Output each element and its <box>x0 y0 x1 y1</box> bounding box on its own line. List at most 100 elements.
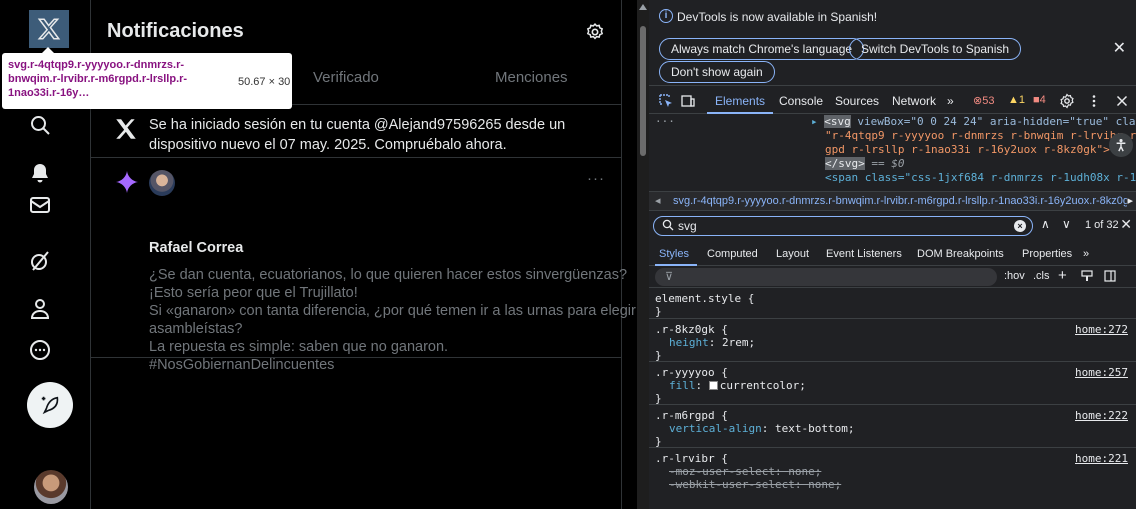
post-notification[interactable]: ··· Rafael Correa ¿Se dan cuenta, ecuato… <box>91 158 636 373</box>
toggle-sidebar-icon[interactable] <box>1104 270 1116 282</box>
breadcrumb-item[interactable]: svg.r-4qtqp9.r-yyyyoo.r-dnmrzs.r-bnwqim.… <box>673 195 1129 207</box>
scrollbar-thumb[interactable] <box>640 26 646 156</box>
tab-mentions[interactable]: Menciones <box>495 69 568 86</box>
post-author[interactable]: Rafael Correa <box>149 240 243 256</box>
search-icon[interactable] <box>24 109 56 141</box>
tab-dom-breakpoints[interactable]: DOM Breakpoints <box>917 248 1004 260</box>
style-rule[interactable]: .r-lrvibr { home:221 -moz-user-select: n… <box>649 449 1136 509</box>
tab-console[interactable]: Console <box>779 94 823 108</box>
settings-gear-icon[interactable] <box>585 22 605 42</box>
inspect-element-icon[interactable] <box>658 93 674 109</box>
more-tabs-icon[interactable]: » <box>947 94 954 108</box>
close-icon[interactable]: ✕ <box>1113 38 1126 58</box>
new-rule-button[interactable]: + <box>1058 267 1067 284</box>
breadcrumb-left-icon[interactable]: ◂ <box>655 192 661 210</box>
filter-icon: ⊽ <box>665 271 674 283</box>
styles-filter-row: ⊽ :hov .cls + <box>649 266 1136 288</box>
rule-property[interactable]: fill: currentcolor; <box>655 379 1130 392</box>
rule-property[interactable]: vertical-align: text-bottom; <box>655 422 1130 435</box>
clear-search-icon[interactable]: × <box>1014 220 1026 232</box>
more-tabs-icon[interactable]: » <box>1083 248 1089 260</box>
search-next-icon[interactable]: ∨ <box>1062 217 1071 231</box>
style-rule[interactable]: element.style { } <box>649 289 1136 319</box>
dom-ellipsis[interactable]: ··· <box>655 115 675 129</box>
hover-state-toggle[interactable]: :hov <box>1004 270 1025 282</box>
rule-close: } <box>655 392 662 405</box>
compose-button[interactable] <box>27 382 73 428</box>
device-toolbar-icon[interactable] <box>680 93 696 109</box>
settings-gear-icon[interactable] <box>1059 93 1075 109</box>
bell-icon[interactable] <box>24 157 56 189</box>
tooltip-dimensions: 50.67 × 30 <box>238 76 291 88</box>
profile-icon[interactable] <box>24 293 56 325</box>
scroll-up-icon[interactable] <box>639 4 647 10</box>
author-avatar[interactable] <box>149 170 175 196</box>
post-line: ¿Se dan cuenta, ecuatorianos, lo que qui… <box>149 267 628 283</box>
tab-elements[interactable]: Elements <box>715 94 765 108</box>
page-title: Notificaciones <box>107 20 244 42</box>
login-notification[interactable]: Se ha iniciado sesión en tu cuenta @Alej… <box>91 104 621 158</box>
tab-sources[interactable]: Sources <box>835 94 879 108</box>
switch-language-button[interactable]: Switch DevTools to Spanish <box>849 38 1022 60</box>
more-options-icon[interactable]: ··· <box>587 170 605 187</box>
page-scrollbar[interactable] <box>637 0 649 509</box>
tab-event-listeners[interactable]: Event Listeners <box>826 248 902 260</box>
search-previous-icon[interactable]: ∧ <box>1041 217 1050 231</box>
tab-network[interactable]: Network <box>892 94 936 108</box>
warning-count-badge[interactable]: ▲1 <box>1008 94 1025 106</box>
rule-property-overridden[interactable]: -moz-user-select: none; <box>655 465 1130 478</box>
rule-close: } <box>655 435 662 448</box>
styles-filter-input[interactable] <box>655 268 997 286</box>
search-icon <box>662 219 674 231</box>
rule-selector: element.style { <box>655 292 755 305</box>
class-toggle[interactable]: .cls <box>1033 270 1050 282</box>
style-rule[interactable]: .r-8kz0gk { home:272 height: 2rem; } <box>649 320 1136 362</box>
rule-source-link[interactable]: home:257 <box>1075 366 1128 379</box>
post-line: asambleístas? <box>149 321 243 337</box>
rule-selector: .r-m6rgpd { <box>655 409 728 422</box>
accessibility-person-icon[interactable] <box>1109 133 1133 157</box>
tab-layout[interactable]: Layout <box>776 248 809 260</box>
dom-class-value-cont[interactable]: gpd r-lrsllp r-1nao33i r-16y2uox r-8kz0g… <box>825 143 1130 157</box>
close-devtools-icon[interactable] <box>1114 93 1130 109</box>
tab-properties[interactable]: Properties <box>1022 248 1072 260</box>
x-app: Notificaciones Verificado Menciones Se h… <box>0 0 637 509</box>
x-logo-icon[interactable] <box>29 10 69 48</box>
rendering-emulation-icon[interactable] <box>1081 270 1093 282</box>
devtools-toolbar: Elements Console Sources Network » ⊗53 ▲… <box>649 88 1136 114</box>
breadcrumb-right-icon[interactable]: ▸ <box>1127 192 1133 210</box>
sparkle-icon <box>116 171 138 193</box>
dom-class-value[interactable]: "r-4qtqp9 r-yyyyoo r-dnmrzs r-bnwqim r-l… <box>825 129 1136 143</box>
post-text: ¿Se dan cuenta, ecuatorianos, lo que qui… <box>149 266 636 374</box>
kebab-menu-icon[interactable] <box>1086 93 1102 109</box>
tab-styles[interactable]: Styles <box>659 248 689 260</box>
style-rule[interactable]: .r-m6rgpd { home:222 vertical-align: tex… <box>649 406 1136 448</box>
rule-property[interactable]: height: 2rem; <box>655 336 1130 349</box>
match-language-button[interactable]: Always match Chrome's language <box>659 38 865 60</box>
rule-source-link[interactable]: home:222 <box>1075 409 1128 422</box>
dom-node-span[interactable]: <span class="css-1jxf684 r-dnmrzs r-1udh… <box>825 171 1136 185</box>
rule-selector: .r-yyyyoo { <box>655 366 728 379</box>
dont-show-again-button[interactable]: Don't show again <box>659 61 775 83</box>
mail-icon[interactable] <box>24 189 56 221</box>
dom-close-tag[interactable]: </svg> == $0 <box>825 157 905 171</box>
dom-node-svg[interactable]: ▸ <svg viewBox="0 0 24 24" aria-hidden="… <box>811 115 1136 129</box>
color-swatch[interactable] <box>708 381 718 390</box>
close-search-icon[interactable]: ✕ <box>1120 216 1132 233</box>
tab-computed[interactable]: Computed <box>707 248 758 260</box>
more-circle-icon[interactable] <box>24 334 56 366</box>
dom-search-input[interactable] <box>678 219 998 233</box>
issue-count-badge[interactable]: ■4 <box>1033 94 1046 106</box>
account-avatar[interactable] <box>34 470 68 504</box>
tab-verified[interactable]: Verificado <box>313 69 379 86</box>
style-rule[interactable]: .r-yyyyoo { home:257 fill: currentcolor;… <box>649 363 1136 405</box>
dom-search-bar: × <box>653 216 1033 236</box>
rule-property-overridden[interactable]: -webkit-user-select: none; <box>655 478 1130 491</box>
rule-source-link[interactable]: home:272 <box>1075 323 1128 336</box>
error-count-badge[interactable]: ⊗53 <box>973 94 994 107</box>
grok-icon[interactable] <box>24 245 56 277</box>
rule-source-link[interactable]: home:221 <box>1075 452 1128 465</box>
post-hashtag[interactable]: #NosGobiernanDelincuentes <box>149 356 613 374</box>
breadcrumb[interactable]: ◂ svg.r-4qtqp9.r-yyyyoo.r-dnmrzs.r-bnwqi… <box>649 191 1136 211</box>
tooltip-selector: svg.r-4qtqp9.r-yyyyoo.r-dnmrzs.r- bnwqim… <box>8 59 188 99</box>
